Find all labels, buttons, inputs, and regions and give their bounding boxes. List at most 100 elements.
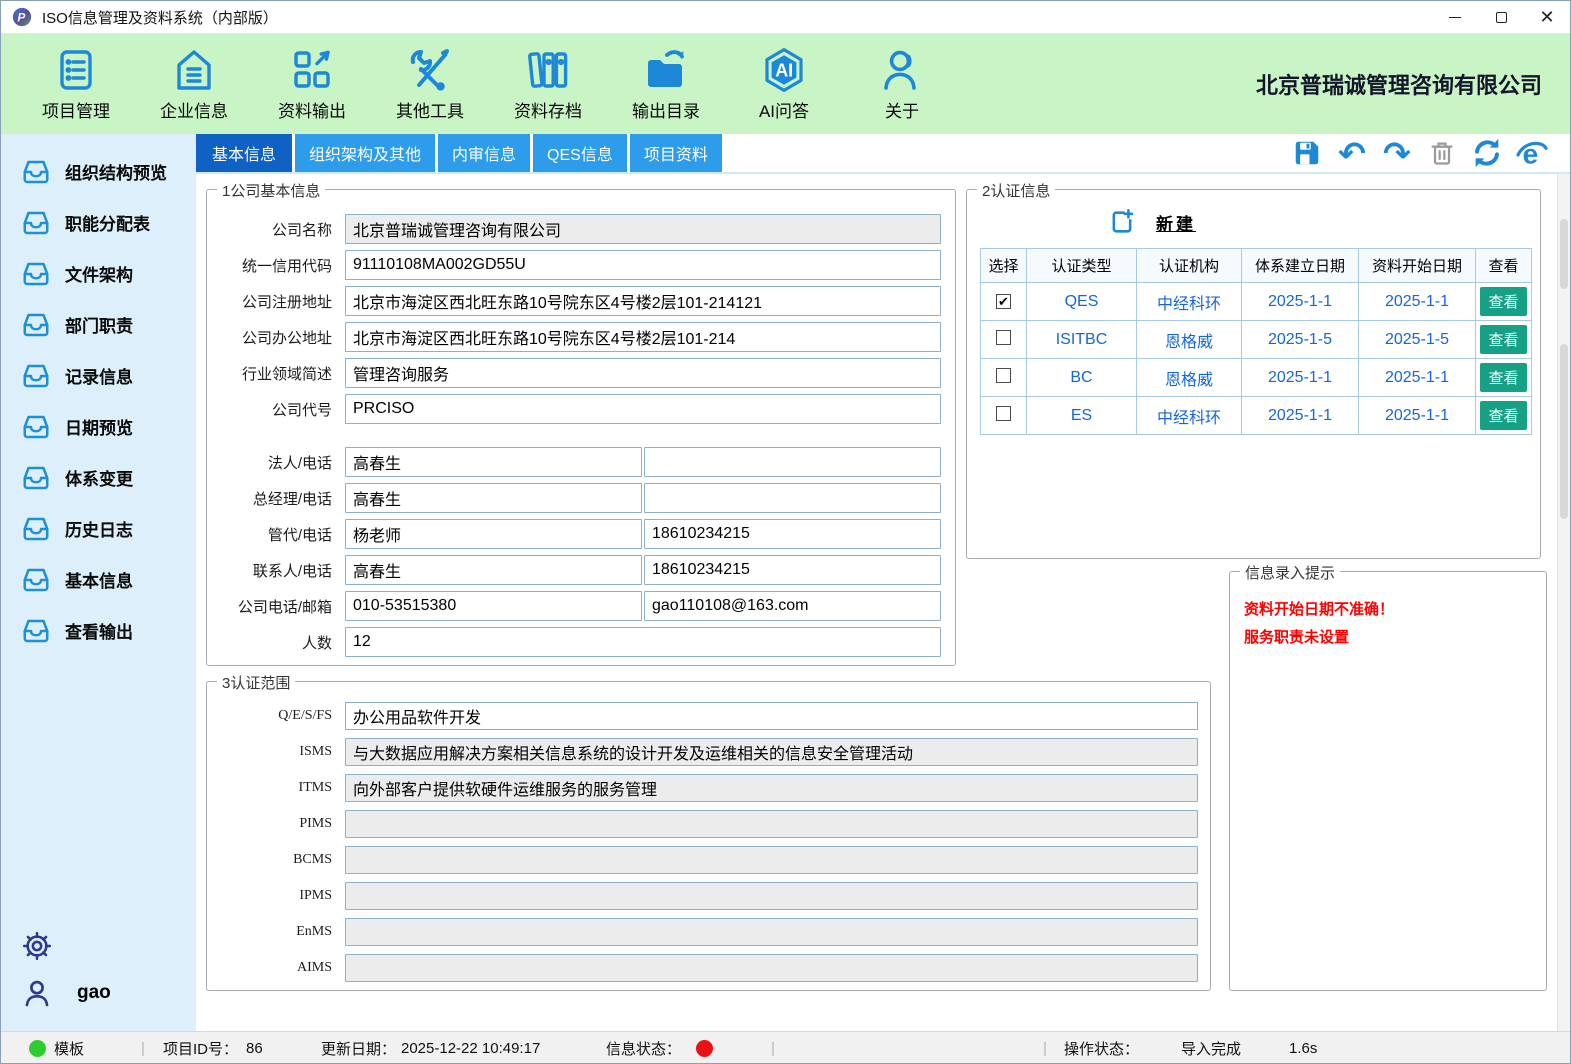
inbox-icon: [23, 211, 49, 234]
field-label: BCMS: [293, 852, 332, 867]
toolbar-item-enterprise-info[interactable]: 企业信息: [143, 46, 245, 122]
save-button[interactable]: [1291, 137, 1323, 169]
undo-button[interactable]: ↶: [1336, 137, 1368, 170]
scope-bcms-input[interactable]: [345, 846, 1198, 874]
redo-button[interactable]: ↷: [1381, 137, 1413, 170]
row-checkbox[interactable]: [996, 405, 1011, 421]
company-email-input[interactable]: [644, 591, 941, 621]
data-date-cell: 2025-1-1: [1358, 282, 1476, 321]
sidebar-item-label: 体系变更: [65, 470, 133, 489]
sidebar-item-function-allocation[interactable]: 职能分配表: [1, 197, 196, 248]
scope-itms-input[interactable]: [345, 774, 1198, 802]
registered-address-input[interactable]: [345, 286, 941, 316]
management-rep-input[interactable]: [345, 519, 642, 549]
view-button[interactable]: 查看: [1480, 401, 1527, 430]
sidebar-item-org-structure-preview[interactable]: 组织结构预览: [1, 146, 196, 197]
toolbar-item-label: 资料存档: [514, 102, 582, 121]
scope-pims-input[interactable]: [345, 810, 1198, 838]
scope-aims-input[interactable]: [345, 954, 1198, 982]
headcount-input[interactable]: [345, 627, 941, 657]
sidebar-item-history-log[interactable]: 历史日志: [1, 503, 196, 554]
row-checkbox[interactable]: ✔: [996, 293, 1011, 309]
management-rep-phone-input[interactable]: [644, 519, 941, 549]
tab-org-structure[interactable]: 组织架构及其他: [295, 134, 436, 172]
content-area: 1公司基本信息 公司名称 统一信用代码 公司注册地址 公司办公地址 行业领域简述…: [196, 174, 1570, 1031]
cert-agency-cell: 恩格威: [1136, 320, 1242, 359]
column-header: 认证类型: [1026, 248, 1137, 283]
toolbar-item-output-directory[interactable]: 输出目录: [615, 46, 717, 122]
tab-project-data[interactable]: 项目资料: [629, 134, 722, 172]
sidebar-item-system-change[interactable]: 体系变更: [1, 452, 196, 503]
data-date-cell: 2025-1-1: [1358, 396, 1476, 435]
general-manager-phone-input[interactable]: [644, 483, 941, 513]
view-button[interactable]: 查看: [1480, 325, 1527, 354]
scrollbar-thumb[interactable]: [1560, 219, 1568, 289]
field-label: 法人/电话: [267, 454, 332, 472]
close-icon: ✕: [1539, 7, 1555, 27]
scrollbar-thumb[interactable]: [1560, 344, 1568, 519]
scope-isms-input[interactable]: [345, 738, 1198, 766]
archive-books-icon: [528, 52, 568, 88]
toolbar-item-ai-qa[interactable]: AI AI问答: [733, 46, 835, 122]
toolbar-item-label: 企业信息: [160, 102, 228, 121]
company-name-input[interactable]: [345, 214, 941, 244]
toolbar-item-label: 项目管理: [42, 102, 110, 121]
table-row: ISITBC 恩格威 2025-1-5 2025-1-5 查看: [980, 320, 1532, 359]
settings-button[interactable]: [21, 923, 196, 969]
close-button[interactable]: ✕: [1524, 1, 1570, 33]
sidebar-item-date-preview[interactable]: 日期预览: [1, 401, 196, 452]
trash-icon: [1431, 142, 1453, 165]
legal-person-phone-input[interactable]: [644, 447, 941, 477]
row-checkbox[interactable]: [996, 367, 1011, 383]
tab-basic-info[interactable]: 基本信息: [196, 134, 293, 172]
sidebar-item-file-structure[interactable]: 文件架构: [1, 248, 196, 299]
maximize-button[interactable]: [1478, 1, 1524, 33]
row-checkbox[interactable]: [996, 329, 1011, 345]
view-button[interactable]: 查看: [1480, 287, 1527, 316]
vertical-scrollbar[interactable]: [1557, 174, 1570, 1031]
company-phone-input[interactable]: [345, 591, 642, 621]
credit-code-input[interactable]: [345, 250, 941, 280]
refresh-button[interactable]: [1471, 137, 1503, 169]
contact-phone-input[interactable]: [644, 555, 941, 585]
legal-person-input[interactable]: [345, 447, 642, 477]
inbox-icon: [23, 313, 49, 336]
save-icon: [1295, 141, 1319, 165]
delete-button[interactable]: [1426, 137, 1458, 169]
scope-ipms-input[interactable]: [345, 882, 1198, 910]
general-manager-input[interactable]: [345, 483, 642, 513]
update-date-label: 更新日期：: [321, 1040, 397, 1058]
office-address-input[interactable]: [345, 322, 941, 352]
tab-qes-info[interactable]: QES信息: [533, 134, 627, 172]
scope-enms-input[interactable]: [345, 918, 1198, 946]
current-user[interactable]: gao: [21, 969, 196, 1017]
field-label: 公司电话/邮箱: [237, 598, 332, 616]
view-button[interactable]: 查看: [1480, 363, 1527, 392]
toolbar-item-project-management[interactable]: 项目管理: [25, 46, 127, 122]
project-id-value: 86: [246, 1039, 263, 1057]
toolbar-item-other-tools[interactable]: 其他工具: [379, 46, 481, 122]
industry-field-input[interactable]: [345, 358, 941, 388]
toolbar-item-data-archive[interactable]: 资料存档: [497, 46, 599, 122]
browser-button[interactable]: e: [1516, 137, 1548, 169]
tab-internal-audit[interactable]: 内审信息: [438, 134, 531, 172]
sidebar-item-record-info[interactable]: 记录信息: [1, 350, 196, 401]
company-code-input[interactable]: [345, 394, 941, 424]
field-label: 公司注册地址: [241, 293, 332, 311]
group-title: 2认证信息: [977, 180, 1056, 201]
new-certification-button[interactable]: 新建: [1108, 204, 1528, 240]
minimize-button[interactable]: [1432, 1, 1478, 33]
scope-qesfs-input[interactable]: [345, 702, 1198, 730]
toolbar-item-about[interactable]: 关于: [851, 46, 953, 122]
sidebar-item-department-duties[interactable]: 部门职责: [1, 299, 196, 350]
sidebar-item-view-output[interactable]: 查看输出: [1, 605, 196, 656]
company-name-header: 北京普瑞诚管理咨询有限公司: [1255, 73, 1542, 98]
field-label: 总经理/电话: [252, 490, 332, 508]
inbox-icon: [23, 568, 49, 591]
contact-person-input[interactable]: [345, 555, 642, 585]
gear-icon: [22, 931, 52, 961]
toolbar-item-data-output[interactable]: 资料输出: [261, 46, 363, 122]
column-header: 查看: [1475, 248, 1532, 283]
template-status-dot: [29, 1039, 46, 1057]
sidebar-item-basic-info[interactable]: 基本信息: [1, 554, 196, 605]
